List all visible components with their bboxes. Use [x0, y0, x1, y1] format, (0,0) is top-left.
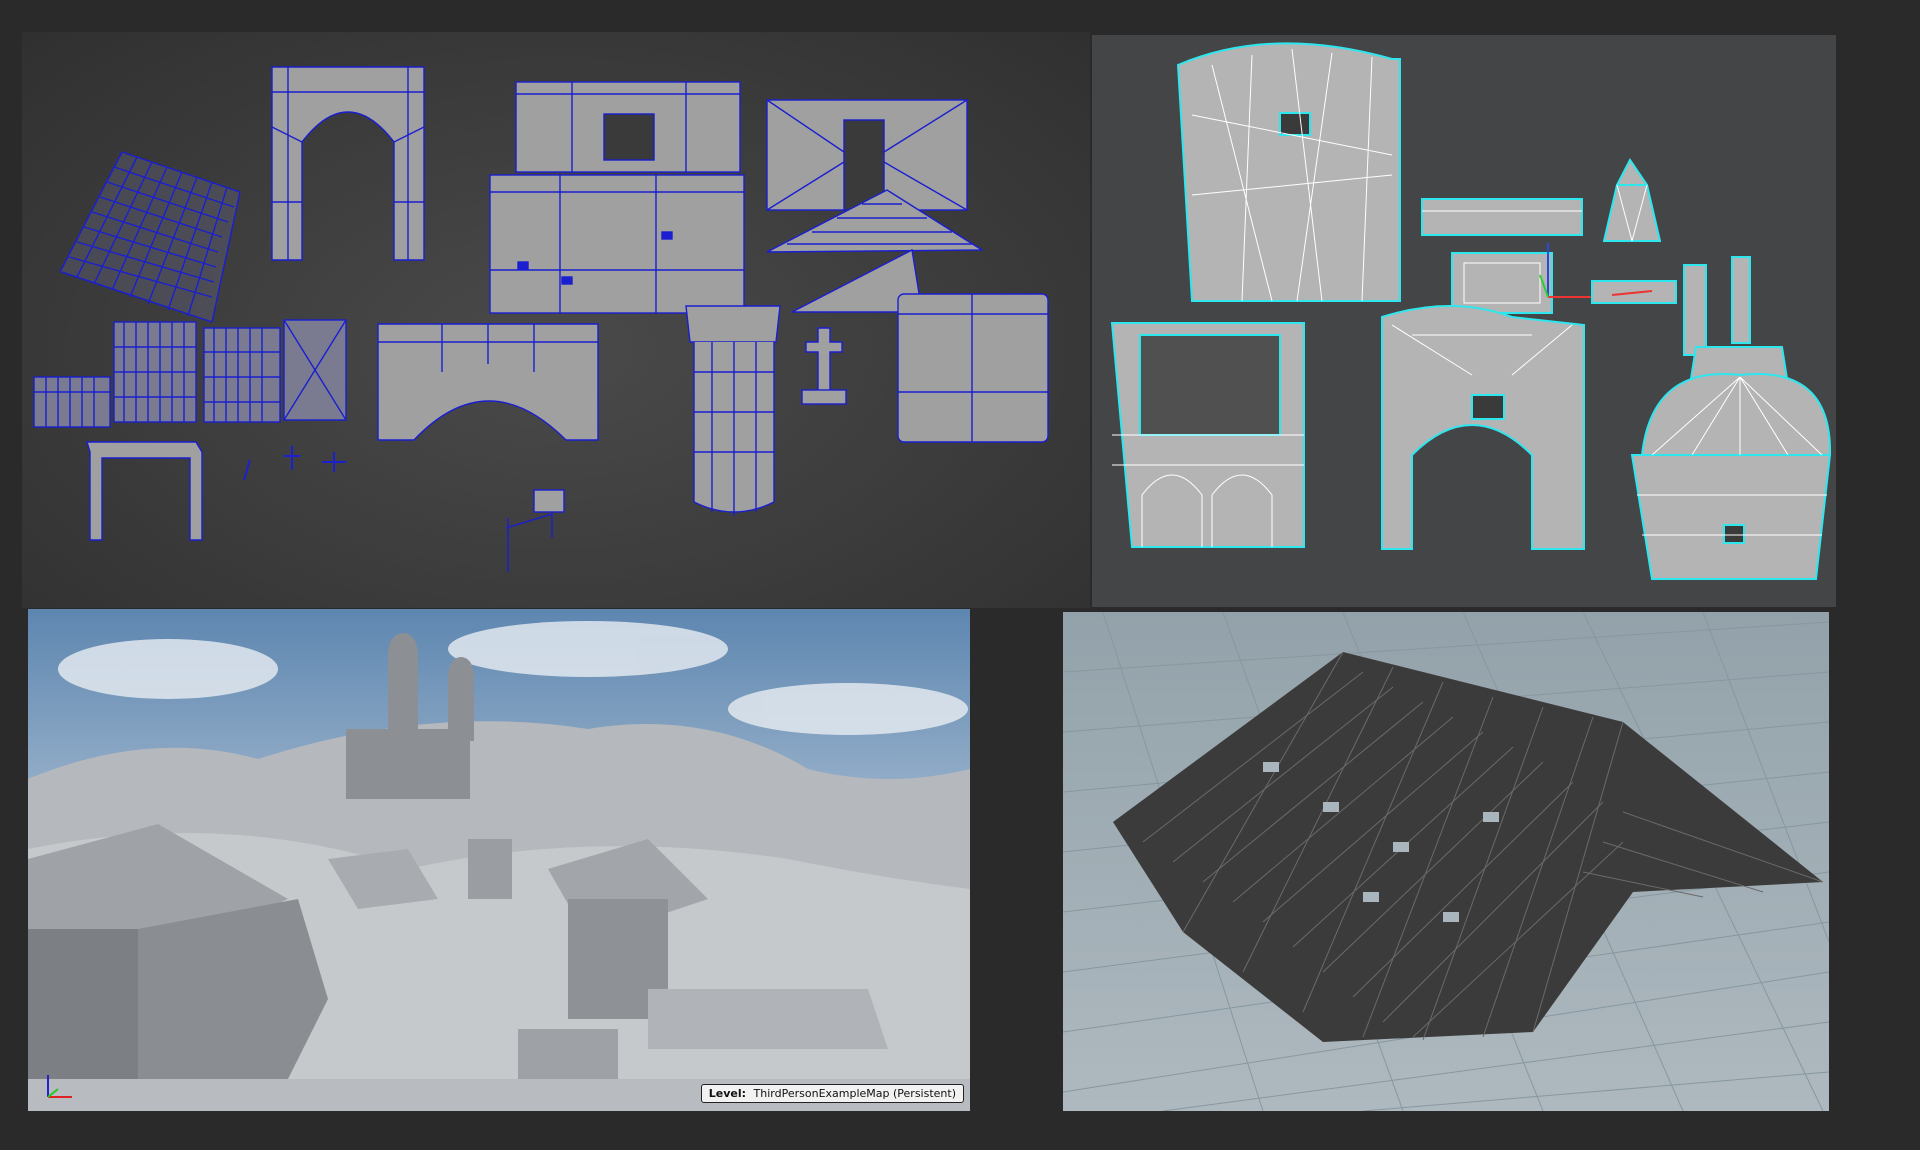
roof-tiles-grid-viewport[interactable] — [1063, 612, 1829, 1111]
small-props — [243, 446, 346, 481]
roof-tiles-scene — [1063, 612, 1829, 1111]
low-arch-wall — [377, 323, 599, 441]
arched-facade — [1381, 305, 1585, 550]
church-parts-viewport[interactable] — [1092, 35, 1836, 607]
church-dome — [1630, 256, 1832, 580]
level-name-label: Level: ThirdPersonExampleMap (Persistent… — [700, 1084, 964, 1103]
gate-grates — [33, 319, 347, 428]
wall-block-module — [489, 174, 745, 314]
church-parts-scene — [1110, 42, 1832, 580]
cornice-slabs — [1421, 198, 1583, 314]
grave-cross — [801, 327, 847, 405]
modular-kit-scene — [33, 66, 1049, 572]
wall-window-module — [515, 81, 741, 173]
tower-base — [1110, 322, 1305, 548]
wall-lamp — [505, 489, 565, 572]
spire-cap — [1602, 158, 1662, 242]
stone-column — [685, 305, 781, 516]
door-frame-module — [86, 441, 203, 541]
level-key: Level: — [708, 1087, 747, 1100]
modular-kit-wireframe-viewport[interactable] — [22, 32, 1090, 608]
facade-wall — [1176, 42, 1401, 302]
level-value: ThirdPersonExampleMap (Persistent) — [753, 1087, 956, 1100]
wall-door-module — [766, 99, 968, 211]
wall-block-right — [897, 293, 1049, 443]
stone-arch — [271, 66, 425, 261]
level-scene — [28, 609, 970, 1111]
lattice-panel — [59, 151, 241, 323]
roof-tile-mesh — [1113, 651, 1824, 1042]
level-preview-viewport[interactable]: Level: ThirdPersonExampleMap (Persistent… — [28, 609, 970, 1111]
